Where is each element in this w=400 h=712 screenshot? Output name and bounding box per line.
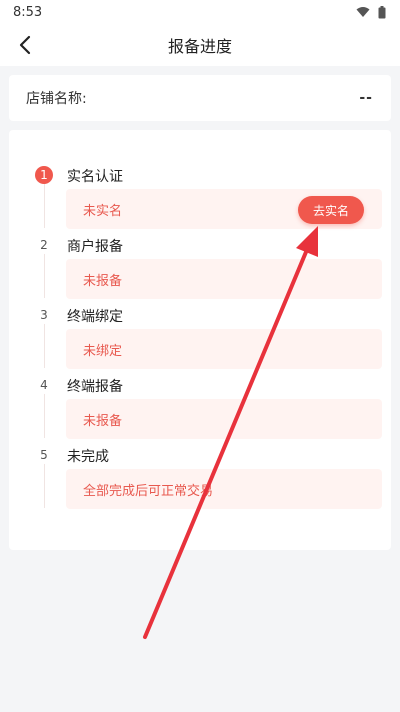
step-connector xyxy=(44,253,45,298)
step-title: 终端报备 xyxy=(67,379,123,395)
step-status-box: 全部完成后可正常交易 xyxy=(66,469,382,509)
battery-icon xyxy=(378,5,386,18)
step-status-text: 未实名 xyxy=(83,203,123,219)
step-number: 4 xyxy=(35,376,53,394)
progress-card: 1 实名认证 未实名 2 商户报备 未报备 3 终端绑定 未绑定 4 终端报备 … xyxy=(9,130,391,550)
step-status-box: 未绑定 xyxy=(66,329,382,369)
step-status-text: 未报备 xyxy=(83,273,123,289)
step-number: 1 xyxy=(35,166,53,184)
step-status-box: 未报备 xyxy=(66,259,382,299)
step-number: 3 xyxy=(35,306,53,324)
wifi-icon xyxy=(356,7,370,17)
store-name-label: 店铺名称: xyxy=(26,91,87,107)
step-connector xyxy=(44,183,45,228)
step-number: 2 xyxy=(35,236,53,254)
go-verify-button[interactable]: 去实名 xyxy=(298,196,364,224)
step-status-text: 未绑定 xyxy=(83,343,123,359)
step-title: 终端绑定 xyxy=(67,309,123,325)
step-connector xyxy=(44,393,45,438)
step-title: 商户报备 xyxy=(67,239,123,255)
step-status-text: 未报备 xyxy=(83,413,123,429)
back-arrow-icon xyxy=(19,35,31,55)
step-status-text: 全部完成后可正常交易 xyxy=(83,483,214,499)
step-title: 实名认证 xyxy=(67,169,123,185)
page-title: 报备进度 xyxy=(167,37,232,56)
status-bar: 8:53 xyxy=(0,0,400,24)
status-time: 8:53 xyxy=(13,4,43,20)
step-connector xyxy=(44,323,45,368)
status-icons xyxy=(356,5,386,19)
store-name-value: -- xyxy=(359,90,373,106)
step-title: 未完成 xyxy=(67,449,109,465)
top-nav-bar: 报备进度 xyxy=(0,24,400,66)
step-connector xyxy=(44,463,45,508)
step-status-box: 未报备 xyxy=(66,399,382,439)
back-button[interactable] xyxy=(12,32,38,58)
step-number: 5 xyxy=(35,446,53,464)
store-name-card: 店铺名称: -- xyxy=(9,75,391,121)
